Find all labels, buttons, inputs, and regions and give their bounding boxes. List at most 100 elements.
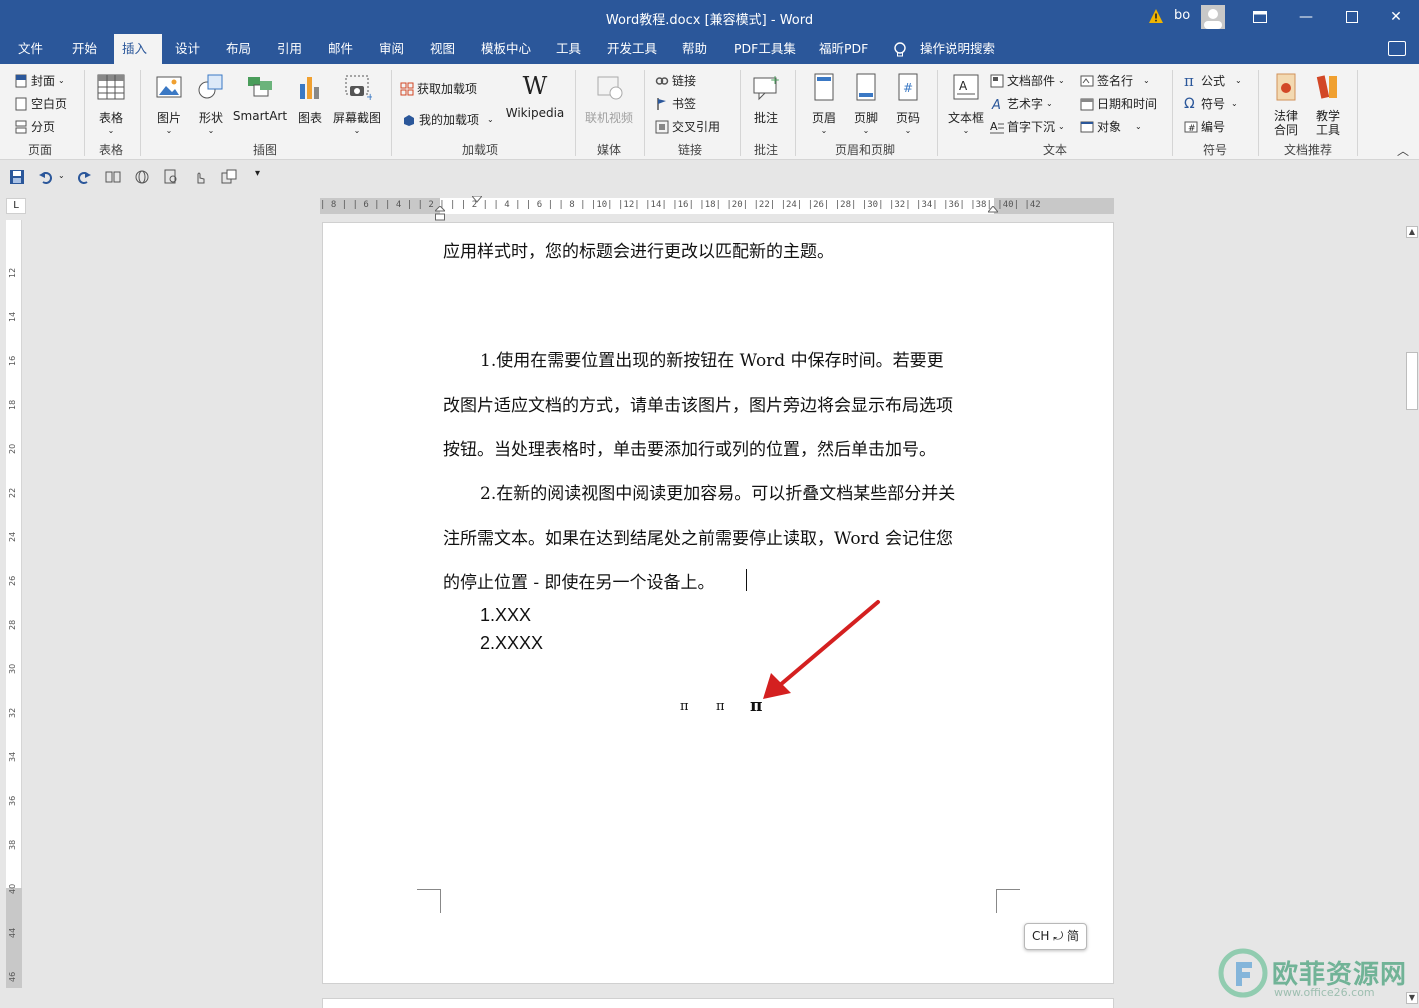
teaching-tools-button[interactable]: 教学 工具 xyxy=(1308,72,1348,137)
object-button[interactable]: 对象 ⌄ xyxy=(1080,118,1142,135)
my-addins-button[interactable]: 我的加载项 ⌄ xyxy=(402,111,494,128)
paragraph-line[interactable]: 按钮。当处理表格时，单击要添加行或列的位置，然后单击加号。 xyxy=(443,435,936,460)
table-button[interactable]: 表格 ⌄ xyxy=(92,72,130,135)
tab-mailings[interactable]: 邮件 xyxy=(320,34,361,64)
separator xyxy=(644,70,645,156)
pictures-button[interactable]: 图片 ⌄ xyxy=(150,72,188,135)
first-line-indent-icon[interactable] xyxy=(472,196,482,204)
close-button[interactable]: ✕ xyxy=(1373,0,1419,34)
smartart-button[interactable]: SmartArt xyxy=(232,72,288,123)
page-number-icon: # xyxy=(898,73,918,101)
undo-icon[interactable] xyxy=(38,169,54,185)
ime-indicator[interactable]: CH ⤾ 简 xyxy=(1024,923,1087,950)
number-button[interactable]: # 编号 xyxy=(1184,118,1225,135)
symbol-button[interactable]: Ω 符号 ⌄ xyxy=(1184,95,1238,112)
addin-icon xyxy=(404,114,414,126)
cross-reference-button[interactable]: 交叉引用 xyxy=(655,118,720,135)
footer-button[interactable]: 页脚 ⌄ xyxy=(847,72,885,135)
shapes-button[interactable]: 形状 ⌄ xyxy=(192,72,230,135)
save-icon[interactable] xyxy=(9,169,25,185)
maximize-button[interactable] xyxy=(1329,0,1375,34)
scroll-up-icon[interactable]: ▲ xyxy=(1406,226,1418,238)
screenshot-icon: + xyxy=(345,75,374,103)
header-button[interactable]: 页眉 ⌄ xyxy=(805,72,843,135)
document-page[interactable]: 应用样式时，您的标题会进行更改以匹配新的主题。 1.使用在需要位置出现的新按钮在… xyxy=(322,222,1114,984)
paragraph-line[interactable]: 1.使用在需要位置出现的新按钮在 Word 中保存时间。若要更 xyxy=(480,346,944,371)
online-video-button[interactable]: 联机视频 xyxy=(582,72,636,126)
tab-file[interactable]: 文件 xyxy=(10,34,51,64)
wordart-button[interactable]: A 艺术字 ⌄ xyxy=(990,95,1053,112)
group-label-media: 媒体 xyxy=(596,143,621,157)
tab-home[interactable]: 开始 xyxy=(64,34,105,64)
vertical-ruler[interactable]: 12 14 16 18 20 22 24 26 28 30 32 34 36 3… xyxy=(6,220,22,988)
paragraph-line[interactable]: 注所需文本。如果在达到结尾处之前需要停止读取，Word 会记住您 xyxy=(443,524,953,549)
scroll-thumb[interactable] xyxy=(1406,352,1418,410)
signature-line-button[interactable]: 签名行 ⌄ xyxy=(1080,72,1150,89)
paragraph-line[interactable]: 2.在新的阅读视图中阅读更加容易。可以折叠文档某些部分并关 xyxy=(480,479,955,504)
paragraph-line[interactable]: 应用样式时，您的标题会进行更改以匹配新的主题。 xyxy=(443,237,834,262)
tell-me-search[interactable]: 操作说明搜索 xyxy=(912,34,1003,64)
wikipedia-button[interactable]: W Wikipedia xyxy=(502,72,568,120)
text-box-button[interactable]: A 文本框 ⌄ xyxy=(944,72,988,135)
tab-tools[interactable]: 工具 xyxy=(548,34,589,64)
new-comment-button[interactable]: + 批注 xyxy=(746,72,786,126)
chart-button[interactable]: 图表 xyxy=(292,72,328,126)
get-addins-button[interactable]: 获取加载项 xyxy=(400,80,477,97)
screenshot-button[interactable]: + 屏幕截图 ⌄ xyxy=(330,72,384,135)
collapse-ribbon-icon[interactable]: ︿ xyxy=(1397,142,1409,159)
paragraph-line[interactable]: 的停止位置 - 即使在另一个设备上。 xyxy=(443,568,715,593)
tab-template-center[interactable]: 模板中心 xyxy=(473,34,539,64)
warning-icon[interactable] xyxy=(1148,8,1164,24)
pi-symbol[interactable]: π xyxy=(716,699,725,714)
page-number-button[interactable]: # 页码 ⌄ xyxy=(889,72,927,135)
watermark-logo-icon xyxy=(1218,948,1268,998)
page-break-button[interactable]: 分页 xyxy=(14,118,55,135)
equation-button[interactable]: π 公式 ⌄ xyxy=(1184,72,1242,89)
web-layout-icon[interactable] xyxy=(134,169,150,185)
tab-selector[interactable]: L xyxy=(6,198,26,214)
redo-icon[interactable] xyxy=(76,169,92,185)
svg-text:#: # xyxy=(1188,124,1196,134)
tab-references[interactable]: 引用 xyxy=(269,34,310,64)
customize-qat-icon[interactable]: ▾ xyxy=(255,168,260,179)
list-item[interactable]: 2.XXXX xyxy=(480,633,543,654)
read-mode-icon[interactable] xyxy=(105,169,121,185)
list-item[interactable]: 1.XXX xyxy=(480,605,531,626)
ribbon-display-button[interactable] xyxy=(1237,0,1283,34)
vertical-scrollbar[interactable]: ▲ ▼ xyxy=(1404,222,1419,1008)
undo-dropdown-icon[interactable]: ⌄ xyxy=(58,171,65,180)
tab-help[interactable]: 帮助 xyxy=(674,34,715,64)
quick-parts-button[interactable]: 文档部件 ⌄ xyxy=(990,72,1065,89)
watermark-url: www.office26.com xyxy=(1274,986,1375,999)
touch-mode-icon[interactable] xyxy=(192,169,208,185)
left-indent-marker-icon[interactable] xyxy=(435,206,445,222)
tab-pdf-tools[interactable]: PDF工具集 xyxy=(726,34,804,64)
tab-view[interactable]: 视图 xyxy=(422,34,463,64)
link-button[interactable]: 链接 xyxy=(655,72,696,89)
cover-page-button[interactable]: 封面 ⌄ xyxy=(14,72,65,89)
bookmark-button[interactable]: 书签 xyxy=(655,95,696,112)
tab-foxit-pdf[interactable]: 福昕PDF xyxy=(811,34,876,64)
tab-developer[interactable]: 开发工具 xyxy=(599,34,665,64)
minimize-button[interactable]: — xyxy=(1283,0,1329,34)
date-time-button[interactable]: 日期和时间 xyxy=(1080,95,1157,112)
print-preview-icon[interactable] xyxy=(163,169,179,185)
text-cursor xyxy=(746,569,747,591)
tab-design[interactable]: 设计 xyxy=(167,34,208,64)
legal-contract-button[interactable]: 法律 合同 xyxy=(1266,72,1306,137)
tab-review[interactable]: 审阅 xyxy=(371,34,412,64)
user-name[interactable]: bo xyxy=(1174,8,1190,23)
avatar[interactable] xyxy=(1201,5,1225,29)
tab-insert[interactable]: 插入 xyxy=(114,34,162,64)
drop-cap-button[interactable]: A 首字下沉 ⌄ xyxy=(990,118,1065,135)
paragraph-line[interactable]: 改图片适应文档的方式，请单击该图片，图片旁边将会显示布局选项 xyxy=(443,391,953,416)
comments-icon[interactable] xyxy=(1388,41,1406,56)
separator xyxy=(795,70,796,156)
blank-page-button[interactable]: 空白页 xyxy=(14,95,67,112)
right-indent-marker-icon[interactable] xyxy=(988,206,998,214)
pi-symbol[interactable]: π xyxy=(680,699,689,714)
format-icon[interactable] xyxy=(221,169,237,185)
separator xyxy=(84,70,85,156)
horizontal-ruler[interactable]: | 8 | | 6 | | 4 | | 2 | | | 2 | | 4 | | … xyxy=(320,196,1114,221)
tab-layout[interactable]: 布局 xyxy=(218,34,259,64)
